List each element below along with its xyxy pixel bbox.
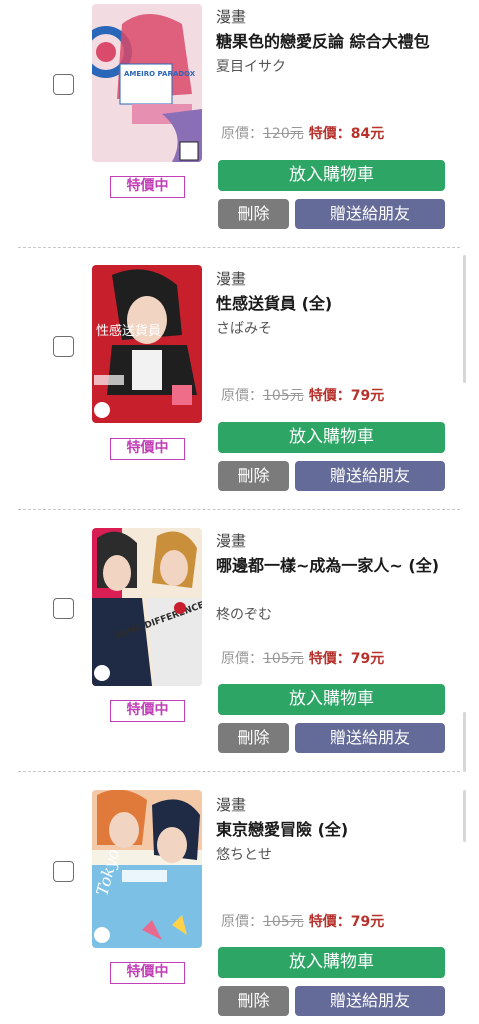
- cart-item: 性感送貨員 特價中 漫畫 性感送貨員 (全) さばみそ 原價：105元 特價：79…: [0, 248, 479, 510]
- cover-art: Tokyo: [92, 790, 202, 948]
- item-title[interactable]: 糖果色的戀愛反論 綜合大禮包: [216, 30, 456, 53]
- scrollbar-indicator[interactable]: [463, 712, 466, 772]
- gift-to-friend-button[interactable]: 贈送給朋友: [295, 723, 445, 753]
- scrollbar-indicator[interactable]: [463, 255, 466, 383]
- cover-art: 性感送貨員: [92, 265, 202, 423]
- cover-title: AMEIRO PARADOX: [124, 70, 196, 78]
- original-price: 105元: [263, 388, 304, 404]
- sale-badge: 特價中: [110, 962, 185, 984]
- original-price-label: 原價：: [221, 651, 263, 667]
- sale-price-label: 特價：: [308, 651, 351, 667]
- item-category: 漫畫: [216, 270, 247, 288]
- book-cover-image[interactable]: AMEIRO PARADOX: [92, 4, 202, 162]
- original-price-label: 原價：: [221, 388, 263, 404]
- cart-item: SAME DIFFERENCE 特價中 漫畫 哪邊都一樣~成為一家人~ (全) …: [0, 510, 479, 772]
- item-author[interactable]: さばみそ: [216, 318, 272, 338]
- gift-to-friend-button[interactable]: 贈送給朋友: [295, 461, 445, 491]
- sale-badge: 特價中: [110, 176, 185, 198]
- delete-button[interactable]: 刪除: [218, 986, 289, 1016]
- item-author[interactable]: 悠ちとせ: [216, 844, 272, 864]
- item-category: 漫畫: [216, 532, 247, 550]
- gift-to-friend-button[interactable]: 贈送給朋友: [295, 986, 445, 1016]
- add-to-cart-button[interactable]: 放入購物車: [218, 160, 445, 191]
- sale-badge: 特價中: [110, 438, 185, 460]
- item-title[interactable]: 性感送貨員 (全): [216, 292, 456, 315]
- delete-button[interactable]: 刪除: [218, 461, 289, 491]
- item-category: 漫畫: [216, 796, 247, 814]
- scrollbar-indicator[interactable]: [463, 790, 466, 842]
- sale-price-label: 特價：: [308, 388, 351, 404]
- item-author[interactable]: 夏目イサク: [216, 56, 286, 76]
- sale-price-label: 特價：: [308, 914, 351, 930]
- item-category: 漫畫: [216, 8, 247, 26]
- price-row: 原價：120元 特價：84元: [221, 123, 384, 143]
- sale-price: 79元: [350, 388, 385, 404]
- add-to-cart-button[interactable]: 放入購物車: [218, 947, 445, 978]
- sale-price: 79元: [350, 651, 385, 667]
- item-checkbox[interactable]: [53, 598, 74, 619]
- sale-badge: 特價中: [110, 700, 185, 722]
- delete-button[interactable]: 刪除: [218, 199, 289, 229]
- cover-title: 性感送貨員: [96, 323, 161, 339]
- original-price: 105元: [263, 651, 304, 667]
- cart-list: AMEIRO PARADOX 特價中 漫畫 糖果色的戀愛反論 綜合大禮包 夏目イ…: [0, 0, 479, 1024]
- item-author[interactable]: 柊のぞむ: [216, 604, 272, 624]
- gift-to-friend-button[interactable]: 贈送給朋友: [295, 199, 445, 229]
- book-cover-image[interactable]: 性感送貨員: [92, 265, 202, 423]
- add-to-cart-button[interactable]: 放入購物車: [218, 422, 445, 453]
- item-checkbox[interactable]: [53, 861, 74, 882]
- item-checkbox[interactable]: [53, 74, 74, 95]
- book-cover-image[interactable]: SAME DIFFERENCE: [92, 528, 202, 686]
- sale-price: 84元: [350, 126, 385, 142]
- add-to-cart-button[interactable]: 放入購物車: [218, 684, 445, 715]
- original-price-label: 原價：: [221, 126, 263, 142]
- price-row: 原價：105元 特價：79元: [221, 911, 384, 931]
- cover-art: SAME DIFFERENCE: [92, 528, 202, 686]
- sale-price: 79元: [350, 914, 385, 930]
- price-row: 原價：105元 特價：79元: [221, 385, 384, 405]
- item-title[interactable]: 哪邊都一樣~成為一家人~ (全): [216, 554, 456, 577]
- original-price: 105元: [263, 914, 304, 930]
- original-price: 120元: [263, 126, 304, 142]
- cover-art: AMEIRO PARADOX: [92, 4, 202, 162]
- delete-button[interactable]: 刪除: [218, 723, 289, 753]
- cart-item: AMEIRO PARADOX 特價中 漫畫 糖果色的戀愛反論 綜合大禮包 夏目イ…: [0, 0, 479, 248]
- sale-price-label: 特價：: [308, 126, 351, 142]
- item-title[interactable]: 東京戀愛冒險 (全): [216, 818, 456, 841]
- original-price-label: 原價：: [221, 914, 263, 930]
- book-cover-image[interactable]: Tokyo: [92, 790, 202, 948]
- cart-item: Tokyo 特價中 漫畫 東京戀愛冒險 (全) 悠ちとせ 原價：105元 特價：7…: [0, 772, 479, 1024]
- price-row: 原價：105元 特價：79元: [221, 648, 384, 668]
- item-checkbox[interactable]: [53, 336, 74, 357]
